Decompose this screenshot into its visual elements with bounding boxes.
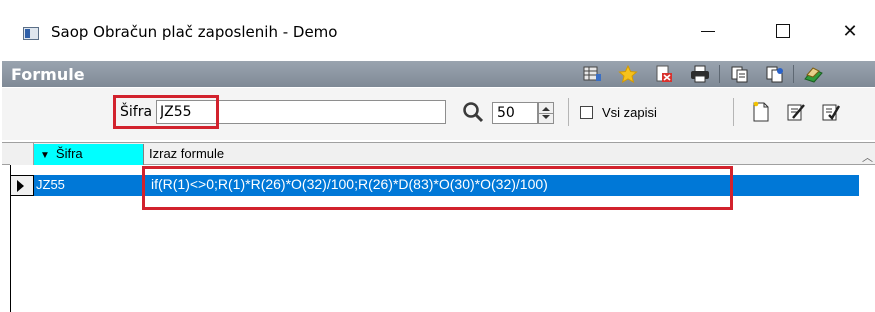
exit-book-icon[interactable] — [803, 65, 823, 83]
paste-icon[interactable] — [765, 65, 785, 83]
minimize-button[interactable] — [685, 16, 731, 46]
column-header-izraz[interactable]: Izraz formule — [145, 144, 845, 165]
table-row[interactable]: JZ55 if(R(1)<>0;R(1)*R(26)*O(32)/100;R(2… — [34, 175, 859, 196]
row-indicator-current[interactable] — [10, 175, 34, 196]
column-header-sifra[interactable]: ▼ Šifra — [34, 144, 144, 165]
delete-doc-icon[interactable] — [654, 65, 674, 83]
close-button[interactable]: ✕ — [827, 16, 873, 46]
app-icon — [23, 27, 39, 40]
scroll-up-icon[interactable]: ︿ — [862, 149, 873, 165]
spin-up-icon[interactable] — [542, 107, 550, 111]
search-icon[interactable] — [461, 100, 485, 124]
toolbar-separator — [793, 65, 794, 83]
maximize-button[interactable] — [760, 16, 806, 46]
new-doc-icon[interactable] — [750, 100, 772, 124]
sifra-label: Šifra — [120, 104, 153, 120]
close-icon: ✕ — [842, 20, 858, 42]
edit-check-icon[interactable] — [820, 100, 842, 124]
edit-doc-icon[interactable] — [785, 100, 807, 124]
record-count-spinner[interactable] — [538, 102, 554, 124]
printer-icon[interactable] — [690, 65, 710, 83]
grid-list-icon[interactable] — [582, 65, 602, 83]
toolbar-separator — [568, 98, 569, 126]
formula-grid: ▼ Šifra Izraz formule ︿ JZ55 if(R(1)<>0;R… — [2, 142, 875, 312]
cell-sifra[interactable]: JZ55 — [36, 177, 65, 192]
star-icon[interactable] — [618, 65, 638, 83]
window-title: Saop Obračun plač zaposlenih - Demo — [51, 23, 338, 41]
grid-header: ▼ Šifra Izraz formule ︿ — [2, 143, 875, 165]
copy-icon[interactable] — [730, 65, 750, 83]
spin-down-icon[interactable] — [542, 115, 550, 119]
sort-desc-icon: ▼ — [40, 150, 50, 161]
all-records-label: Vsi zapisi — [602, 105, 657, 120]
record-count-input[interactable]: 50 — [492, 102, 538, 124]
all-records-checkbox[interactable] — [580, 106, 593, 119]
cell-izraz-formule[interactable]: if(R(1)<>0;R(1)*R(26)*O(32)/100;R(26)*D(… — [151, 176, 548, 192]
panel-title: Formule — [11, 65, 85, 84]
panel-header: Formule — [2, 61, 875, 87]
row-indicator-header — [10, 143, 34, 165]
toolbar-separator — [719, 65, 720, 83]
title-bar: Saop Obračun plač zaposlenih - Demo ✕ — [0, 0, 875, 60]
toolbar-separator — [733, 98, 734, 126]
sifra-search-input[interactable] — [156, 100, 446, 124]
